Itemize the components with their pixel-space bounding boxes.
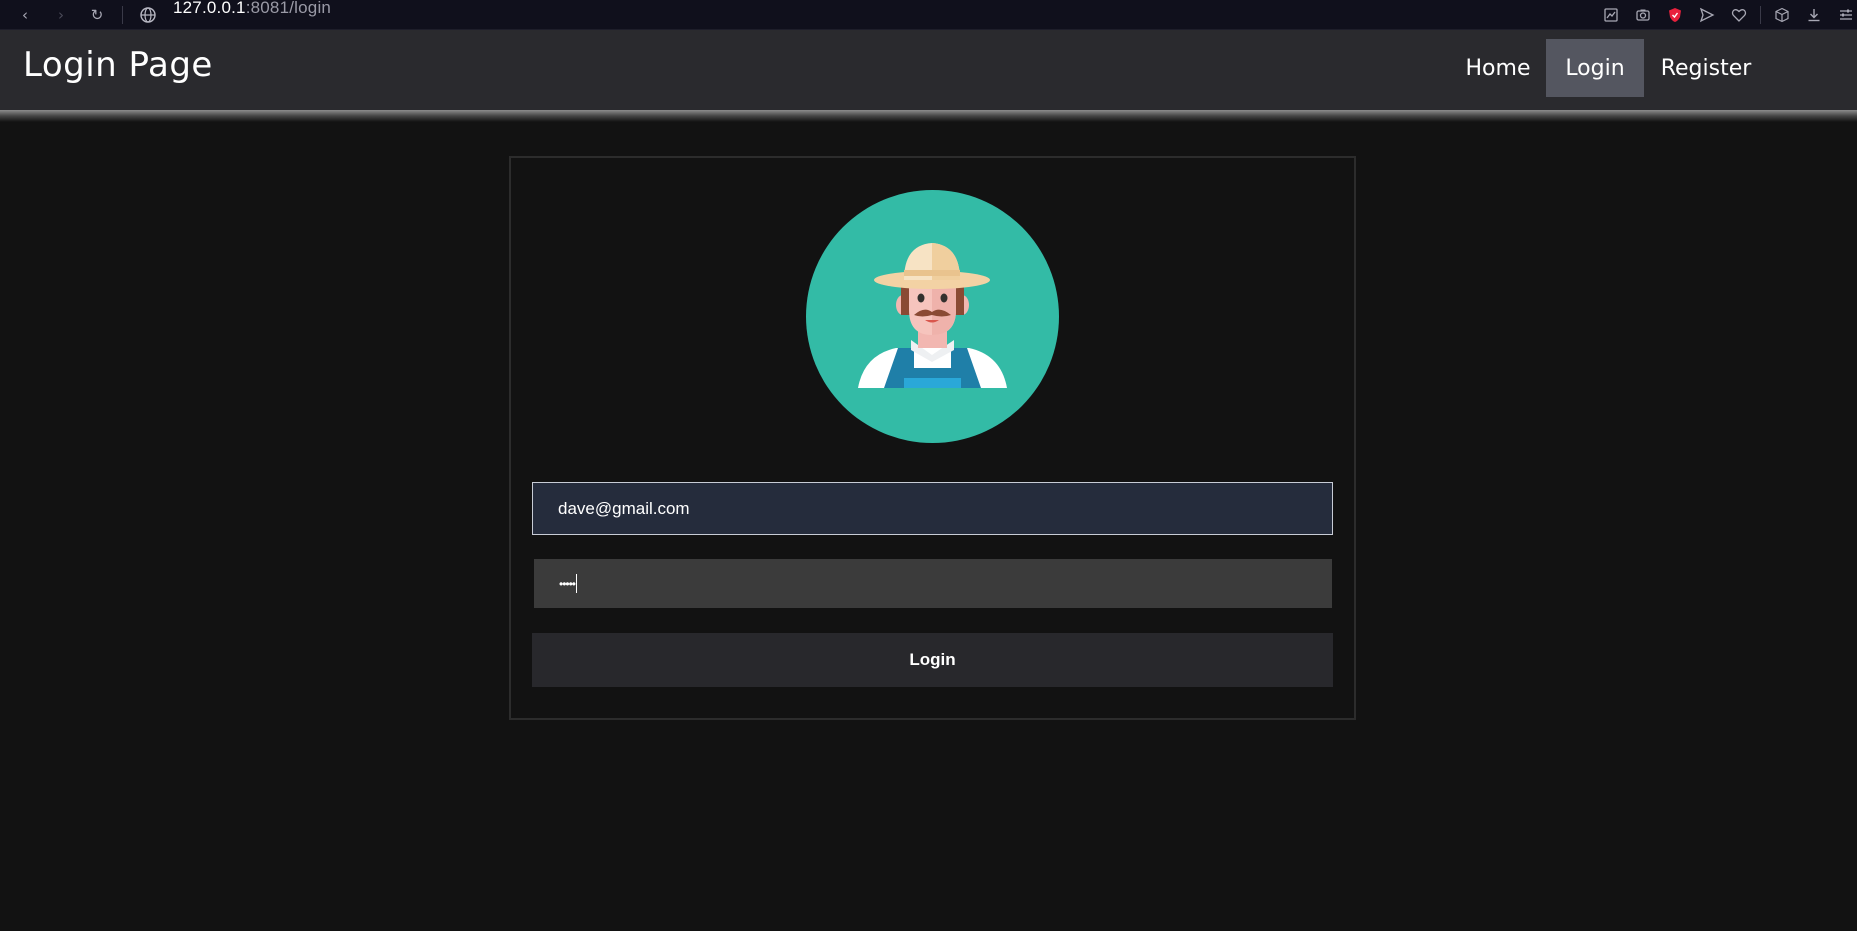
address-bar[interactable]: 127.0.0.1:8081/login — [173, 0, 331, 18]
download-icon[interactable] — [1803, 4, 1825, 26]
nav-link-login[interactable]: Login — [1546, 39, 1644, 97]
text-caret — [576, 574, 578, 593]
settings-sliders-icon[interactable] — [1835, 4, 1857, 26]
password-value: ••••• — [559, 576, 576, 591]
login-button[interactable]: Login — [532, 633, 1333, 687]
url-host: 127.0.0.1 — [173, 0, 246, 17]
toolbar-divider — [122, 5, 123, 24]
globe-icon — [140, 6, 156, 23]
chart-icon[interactable] — [1600, 4, 1622, 26]
nav-link-register[interactable]: Register — [1644, 39, 1768, 97]
page-title: Login Page — [23, 45, 213, 85]
email-field[interactable]: dave@gmail.com — [532, 482, 1333, 535]
farmer-avatar-icon — [806, 190, 1059, 443]
send-icon[interactable] — [1696, 4, 1718, 26]
back-icon[interactable]: ‹ — [14, 4, 36, 26]
app-navbar: Login Page Home Login Register — [0, 30, 1857, 110]
navbar-shadow — [0, 110, 1857, 122]
nav-link-home[interactable]: Home — [1450, 39, 1546, 97]
cube-icon[interactable] — [1771, 4, 1793, 26]
forward-icon[interactable]: › — [50, 4, 72, 26]
reload-icon[interactable]: ↻ — [86, 4, 108, 26]
nav-links: Home Login Register — [1450, 39, 1768, 97]
browser-toolbar: ‹ › ↻ 127.0.0.1:8081/login — [0, 0, 1857, 30]
heart-icon[interactable] — [1728, 4, 1750, 26]
shield-icon[interactable] — [1664, 4, 1686, 26]
url-path: :8081/login — [245, 0, 332, 17]
password-field[interactable]: ••••• — [534, 559, 1332, 608]
toolbar-divider — [1760, 6, 1761, 24]
email-value: dave@gmail.com — [558, 498, 690, 518]
camera-icon[interactable] — [1632, 4, 1654, 26]
